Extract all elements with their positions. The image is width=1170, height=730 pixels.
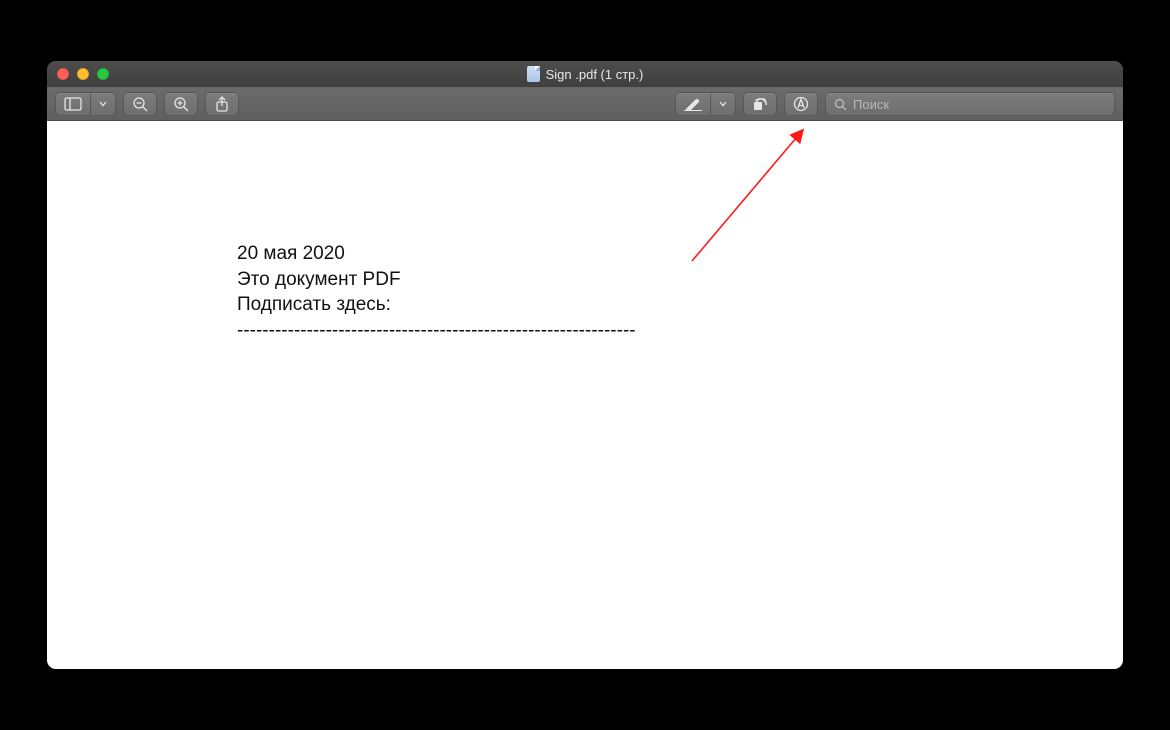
window-title-text: Sign .pdf (1 стр.) xyxy=(546,67,644,82)
minimize-window-button[interactable] xyxy=(77,68,89,80)
window-title: Sign .pdf (1 стр.) xyxy=(47,66,1123,82)
document-viewport[interactable]: 20 мая 2020 Это документ PDF Подписать з… xyxy=(47,121,1123,669)
search-icon xyxy=(834,98,847,111)
pdf-page: 20 мая 2020 Это документ PDF Подписать з… xyxy=(47,121,1123,344)
zoom-out-button[interactable] xyxy=(123,92,157,116)
search-field[interactable] xyxy=(825,92,1115,116)
signature-line: ----------------------------------------… xyxy=(237,318,1123,344)
window-controls xyxy=(57,68,109,80)
markup-icon xyxy=(793,96,809,112)
highlight-pen-icon xyxy=(684,97,702,111)
doc-line-sign: Подписать здесь: xyxy=(237,292,1123,318)
titlebar: Sign .pdf (1 стр.) xyxy=(47,61,1123,87)
markup-button[interactable] xyxy=(784,92,818,116)
zoom-out-icon xyxy=(132,96,148,112)
fullscreen-window-button[interactable] xyxy=(97,68,109,80)
document-icon xyxy=(527,66,540,82)
chevron-down-icon xyxy=(99,101,107,107)
sidebar-icon xyxy=(64,97,82,111)
rotate-icon xyxy=(752,96,768,112)
zoom-in-button[interactable] xyxy=(164,92,198,116)
doc-line-desc: Это документ PDF xyxy=(237,267,1123,293)
highlight-button[interactable] xyxy=(675,92,736,116)
search-input[interactable] xyxy=(853,97,1106,112)
sidebar-button[interactable] xyxy=(55,92,116,116)
doc-line-date: 20 мая 2020 xyxy=(237,241,1123,267)
close-window-button[interactable] xyxy=(57,68,69,80)
zoom-in-icon xyxy=(173,96,189,112)
rotate-button[interactable] xyxy=(743,92,777,116)
share-icon xyxy=(215,96,229,112)
share-button[interactable] xyxy=(205,92,239,116)
toolbar xyxy=(47,87,1123,121)
preview-window: Sign .pdf (1 стр.) xyxy=(47,61,1123,669)
chevron-down-icon xyxy=(719,101,727,107)
